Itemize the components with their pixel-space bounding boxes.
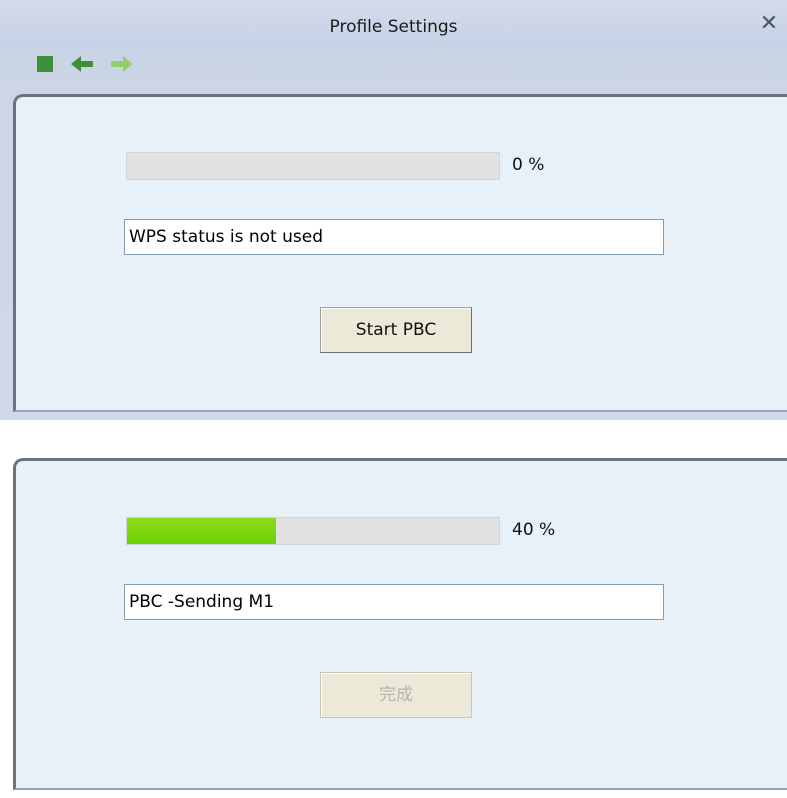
- toolbar: [33, 52, 147, 76]
- back-arrow-icon[interactable]: [71, 54, 95, 74]
- stop-icon[interactable]: [33, 54, 57, 74]
- progress-percent-label: 40 %: [512, 520, 556, 540]
- wps-panel-initial: 0 % WPS status is not used Start PBC: [13, 94, 787, 412]
- close-button[interactable]: ✕: [757, 12, 781, 36]
- wps-panel-in-progress: 40 % PBC -Sending M1 完成: [13, 458, 787, 790]
- finish-button[interactable]: 完成: [320, 672, 472, 718]
- profile-settings-window: Profile Settings ✕ 0 % WPS status is not…: [0, 0, 787, 420]
- wps-status-field[interactable]: PBC -Sending M1: [124, 584, 664, 620]
- forward-arrow-icon[interactable]: [109, 54, 133, 74]
- start-pbc-button[interactable]: Start PBC: [320, 307, 472, 353]
- window-title: Profile Settings: [329, 17, 458, 37]
- progress-bar: [126, 517, 500, 545]
- progress-bar: [126, 152, 500, 180]
- progress-percent-label: 0 %: [512, 155, 545, 175]
- wps-status-field[interactable]: WPS status is not used: [124, 219, 664, 255]
- progress-bar-fill: [127, 518, 276, 544]
- title-bar: Profile Settings ✕: [0, 0, 787, 90]
